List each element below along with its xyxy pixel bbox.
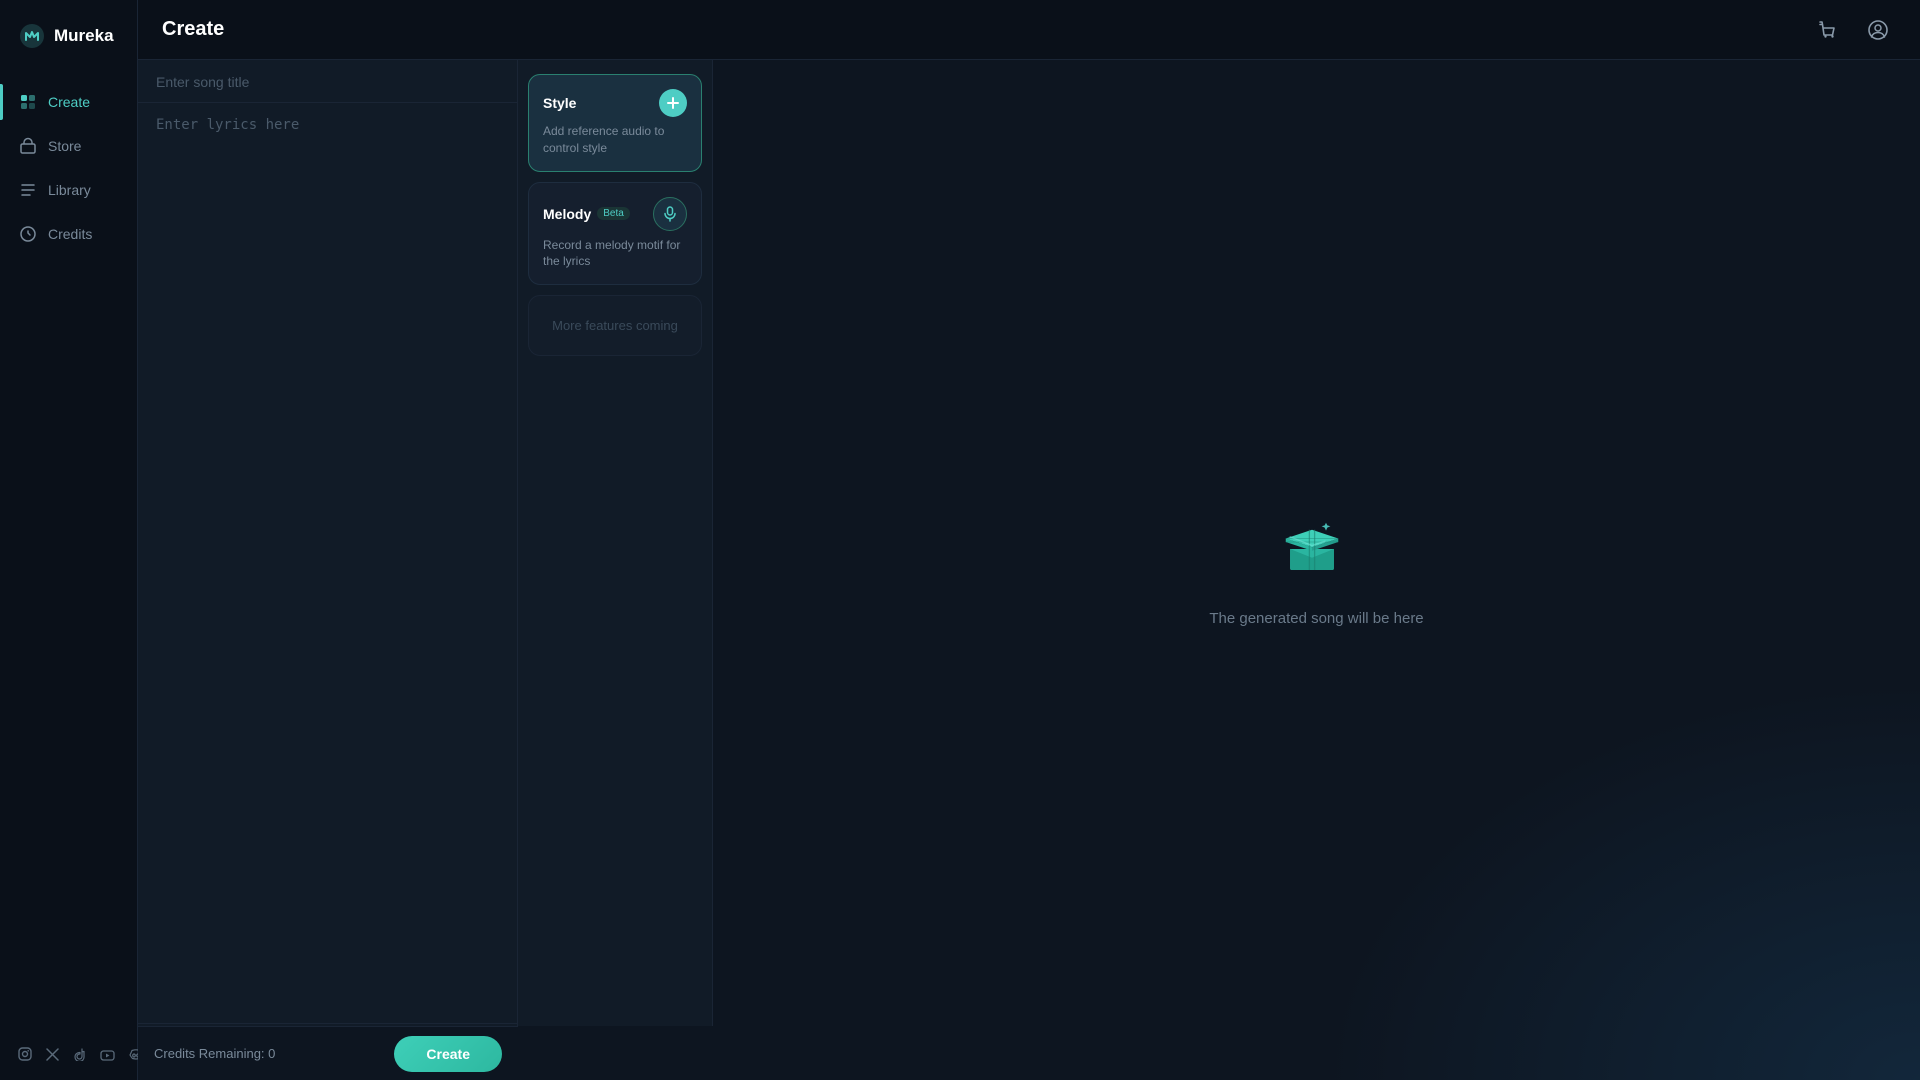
sidebar-label-credits: Credits [48, 226, 92, 242]
melody-title: Melody Beta [543, 206, 630, 222]
social-links [0, 1031, 137, 1080]
style-feature-card[interactable]: Style Add reference audio to control sty… [528, 74, 702, 172]
coming-soon-text: More features coming [543, 310, 687, 341]
instagram-icon[interactable] [18, 1047, 32, 1064]
sidebar-label-library: Library [48, 182, 91, 198]
sidebar: Mureka Create Store [0, 0, 138, 1080]
style-description: Add reference audio to control style [543, 123, 687, 157]
song-title-input[interactable] [156, 74, 499, 90]
lyrics-textarea[interactable] [156, 117, 499, 1009]
tiktok-icon[interactable] [73, 1048, 86, 1064]
sidebar-item-credits[interactable]: Credits [0, 212, 137, 256]
melody-mic-button[interactable] [653, 197, 687, 231]
credits-remaining-label: Credits Remaining: 0 [154, 1046, 382, 1061]
sidebar-label-create: Create [48, 94, 90, 110]
lyrics-panel: 0/3000 [138, 60, 518, 1080]
beta-badge: Beta [597, 207, 630, 220]
main-header: Create [138, 0, 1920, 60]
sidebar-navigation: Create Store Library [0, 80, 137, 256]
create-icon [18, 92, 38, 112]
melody-description: Record a melody motif for the lyrics [543, 237, 687, 271]
empty-state-text: The generated song will be here [1209, 610, 1423, 627]
song-title-section [138, 60, 517, 103]
features-panel: Style Add reference audio to control sty… [518, 60, 713, 1026]
create-button[interactable]: Create [394, 1036, 502, 1072]
coming-soon-card: More features coming [528, 295, 702, 356]
library-icon [18, 180, 38, 200]
x-icon[interactable] [46, 1048, 59, 1064]
sidebar-label-store: Store [48, 138, 81, 154]
header-actions [1810, 12, 1896, 48]
style-title: Style [543, 95, 576, 111]
logo-text: Mureka [54, 26, 114, 46]
empty-state-icon [1277, 514, 1357, 594]
cart-button[interactable] [1810, 12, 1846, 48]
create-bar: Credits Remaining: 0 Create [138, 1026, 518, 1080]
style-card-header: Style [543, 89, 687, 117]
sidebar-item-create[interactable]: Create [0, 80, 137, 124]
store-icon [18, 136, 38, 156]
style-add-button[interactable] [659, 89, 687, 117]
melody-card-header: Melody Beta [543, 197, 687, 231]
user-avatar-button[interactable] [1860, 12, 1896, 48]
lyrics-textarea-section [138, 103, 517, 1023]
content-area: 0/3000 [138, 60, 1920, 1080]
credits-icon [18, 224, 38, 244]
generated-panel: The generated song will be here [713, 60, 1920, 1080]
youtube-icon[interactable] [100, 1048, 115, 1064]
sidebar-item-store[interactable]: Store [0, 124, 137, 168]
melody-feature-card[interactable]: Melody Beta Record a melody motif for th… [528, 182, 702, 286]
empty-state: The generated song will be here [1209, 514, 1423, 627]
mureka-logo-icon [18, 22, 46, 50]
logo-area: Mureka [0, 0, 137, 72]
sidebar-item-library[interactable]: Library [0, 168, 137, 212]
page-title: Create [162, 18, 224, 41]
